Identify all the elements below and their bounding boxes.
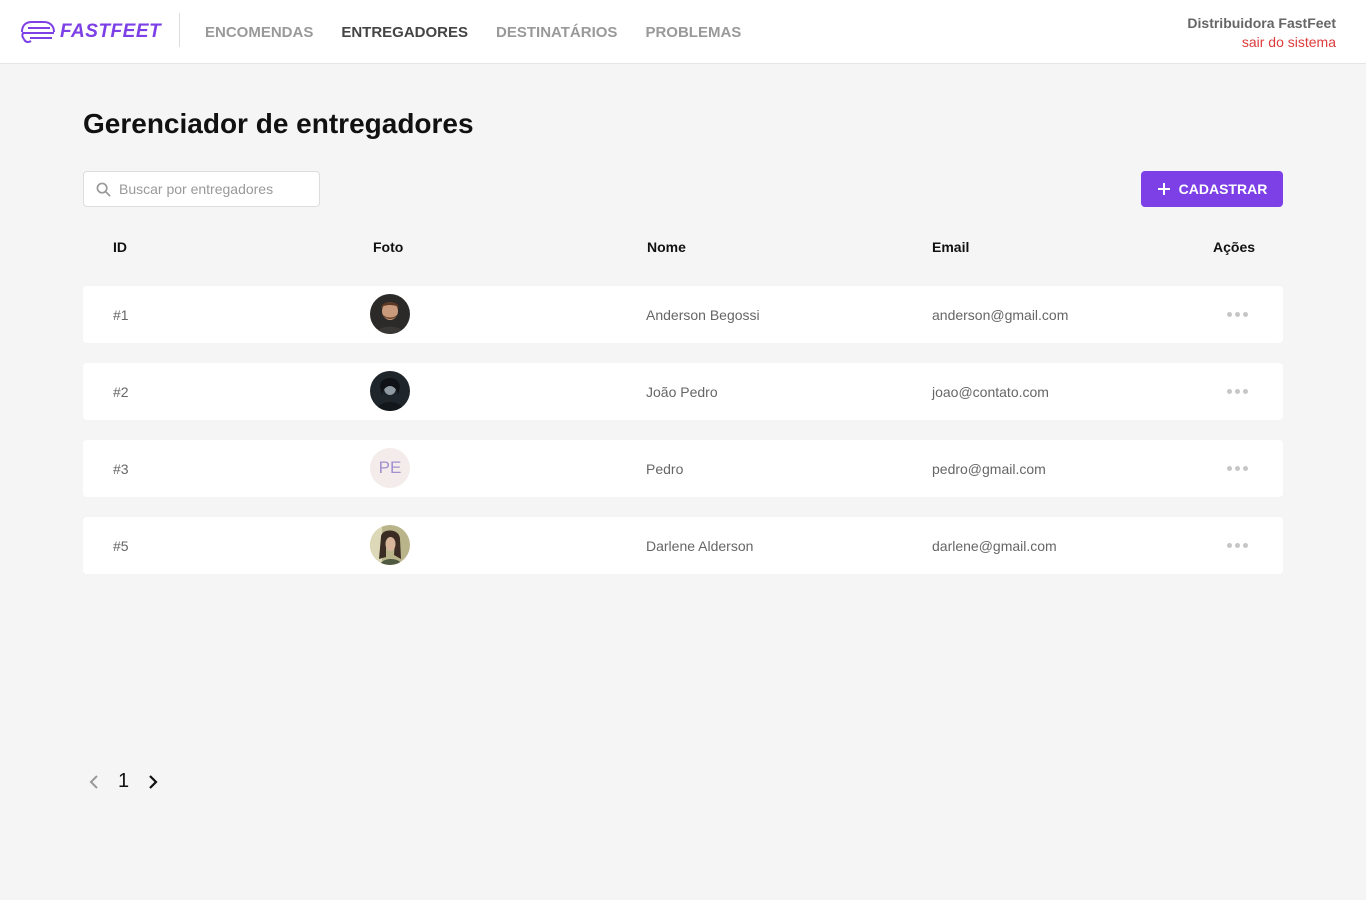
- row-name: João Pedro: [646, 383, 718, 400]
- more-horizontal-icon[interactable]: [1227, 466, 1248, 471]
- nav-item-destinatarios[interactable]: DESTINATÁRIOS: [496, 24, 617, 41]
- row-email: pedro@gmail.com: [932, 460, 1046, 477]
- page-title: Gerenciador de entregadores: [83, 108, 474, 139]
- plus-icon: [1157, 183, 1170, 195]
- logo-text: FASTFEET: [60, 21, 162, 42]
- row-name: Anderson Begossi: [646, 306, 760, 323]
- logo[interactable]: FASTFEET: [20, 17, 161, 47]
- row-email: joao@contato.com: [932, 383, 1049, 400]
- main-nav: ENCOMENDAS ENTREGADORES DESTINATÁRIOS PR…: [205, 24, 741, 41]
- table-row: #2 João Pedro joao@contato.com: [83, 363, 1283, 420]
- search-box[interactable]: [83, 171, 320, 207]
- row-name: Darlene Alderson: [646, 537, 754, 554]
- row-id: #3: [113, 460, 129, 477]
- more-horizontal-icon[interactable]: [1227, 389, 1248, 394]
- column-header-name: Nome: [647, 239, 686, 255]
- more-horizontal-icon[interactable]: [1227, 312, 1248, 317]
- table-row: #1 Anderson Begossi anderson@gmail.com: [83, 286, 1283, 343]
- header-divider: [179, 13, 180, 47]
- add-button-label: CADASTRAR: [1178, 181, 1268, 197]
- table-row: #3 PE Pedro pedro@gmail.com: [83, 440, 1283, 497]
- chevron-left-icon[interactable]: [88, 774, 100, 790]
- current-page: 1: [118, 770, 130, 792]
- search-input[interactable]: [119, 181, 309, 197]
- nav-item-problemas[interactable]: PROBLEMAS: [645, 24, 741, 41]
- row-id: #2: [113, 383, 129, 400]
- logo-truck-icon: [21, 21, 55, 44]
- search-icon: [96, 182, 111, 196]
- column-header-actions: Ações: [1213, 239, 1256, 255]
- logout-link[interactable]: sair do sistema: [1187, 34, 1336, 50]
- avatar-initials: PE: [370, 448, 410, 488]
- column-header-id: ID: [113, 239, 127, 255]
- avatar: [370, 525, 410, 565]
- top-header: FASTFEET ENCOMENDAS ENTREGADORES DESTINA…: [0, 0, 1366, 64]
- user-info: Distribuidora FastFeet sair do sistema: [1187, 15, 1336, 50]
- column-header-photo: Foto: [373, 239, 404, 255]
- pagination: 1: [88, 770, 159, 793]
- row-email: darlene@gmail.com: [932, 537, 1057, 554]
- more-horizontal-icon[interactable]: [1227, 543, 1248, 548]
- avatar: [370, 294, 410, 334]
- row-email: anderson@gmail.com: [932, 306, 1069, 323]
- column-header-email: Email: [932, 239, 970, 255]
- row-id: #1: [113, 306, 129, 323]
- row-name: Pedro: [646, 460, 684, 477]
- user-name: Distribuidora FastFeet: [1187, 15, 1336, 31]
- row-id: #5: [113, 537, 129, 554]
- add-deliveryman-button[interactable]: CADASTRAR: [1141, 171, 1283, 207]
- table-row: #5 Darlene Alderson darlene@gmail.com: [83, 517, 1283, 574]
- nav-item-entregadores[interactable]: ENTREGADORES: [341, 24, 468, 41]
- avatar: [370, 371, 410, 411]
- chevron-right-icon[interactable]: [147, 774, 159, 790]
- nav-item-encomendas[interactable]: ENCOMENDAS: [205, 24, 313, 41]
